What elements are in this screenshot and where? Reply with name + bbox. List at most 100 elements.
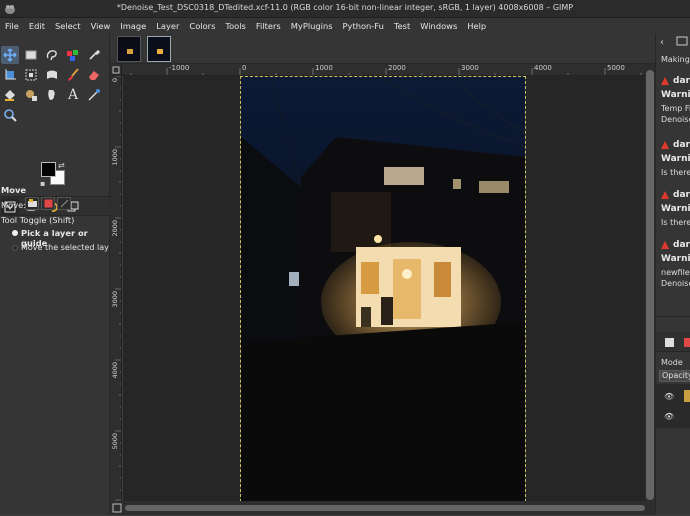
horizontal-scrollbar-thumb[interactable] (125, 505, 645, 511)
message-title: Warnin (661, 204, 690, 214)
message-line: Is there (661, 218, 690, 227)
warning-icon (661, 77, 669, 85)
message-title: Warnin (661, 254, 690, 264)
rect-select-icon (25, 50, 37, 60)
message-line: newfileR (661, 268, 690, 277)
unified-transform-icon (25, 69, 37, 81)
quick-mask-icon[interactable] (110, 64, 122, 76)
layer-chain-icon[interactable] (684, 390, 690, 402)
window-title: *Denoise_Test_DSC0318_DTedited.xcf-11.0 … (116, 3, 574, 12)
eraser-icon (89, 71, 99, 80)
opacity-field[interactable]: Opacity (659, 370, 690, 382)
layers-tab[interactable] (664, 336, 676, 351)
channels-tab[interactable] (684, 336, 690, 351)
rect-select-button[interactable] (22, 46, 40, 64)
foreground-color-swatch[interactable] (41, 162, 56, 177)
image-thumbnail[interactable] (117, 36, 141, 62)
ruler-label: 1000 (315, 64, 333, 72)
smudge-button[interactable] (43, 86, 61, 104)
layer-visibility-eye-icon[interactable]: 👁 (664, 412, 674, 421)
menu-file[interactable]: File (0, 21, 24, 31)
image-thumbnail-strip (110, 34, 655, 64)
move-mode-label: Move: (1, 200, 27, 210)
layer-visibility-eye-icon[interactable]: 👁 (664, 392, 674, 401)
ruler-label: 3000 (461, 64, 479, 72)
toolbox: A ⇄ ▪ Move Move: Tool Toggle (Shift) Pic… (0, 34, 110, 515)
reset-colors-icon[interactable]: ▪ (40, 179, 45, 188)
navigate-icon[interactable] (112, 503, 122, 513)
ruler-label: 4000 (111, 362, 119, 379)
tool-toggle-label: Tool Toggle (Shift) (1, 215, 75, 225)
ruler-label: 3000 (111, 291, 119, 308)
message-line: Temp Fil (661, 104, 690, 113)
message-source: darl (673, 76, 690, 86)
color-picker-button[interactable] (85, 46, 103, 64)
title-bar: *Denoise_Test_DSC0318_DTedited.xcf-11.0 … (0, 0, 690, 18)
free-select-icon (46, 50, 57, 61)
ruler-corner (110, 64, 122, 76)
paintbrush-button[interactable] (64, 66, 82, 84)
radio-pick-layer[interactable] (12, 230, 18, 236)
dock-tab-icon[interactable] (676, 35, 690, 49)
menu-image[interactable]: Image (115, 21, 151, 31)
menu-filters[interactable]: Filters (251, 21, 286, 31)
menu-windows[interactable]: Windows (415, 21, 462, 31)
menu-myplugins[interactable]: MyPlugins (286, 21, 338, 31)
ruler-label: 2000 (388, 64, 406, 72)
horizontal-ruler[interactable]: -1000 0 1000 2000 3000 4000 5000 (110, 64, 645, 76)
image-layer-photo[interactable] (240, 76, 526, 501)
menu-select[interactable]: Select (50, 21, 86, 31)
warning-icon (661, 191, 669, 199)
menu-test[interactable]: Test (389, 21, 415, 31)
menu-layer[interactable]: Layer (151, 21, 184, 31)
panel-divider (656, 316, 690, 317)
text-tool-button[interactable]: A (64, 86, 82, 104)
message-line: Denoise_ (661, 279, 690, 288)
menu-bar: File Edit Select View Image Layer Colors… (0, 18, 690, 34)
move-path-mode-button[interactable] (57, 197, 71, 210)
night-street-photo (241, 76, 526, 501)
channels-icon (684, 338, 690, 347)
move-selection-mode-button[interactable] (41, 197, 55, 210)
vertical-scrollbar-thumb[interactable] (646, 70, 654, 500)
bucket-fill-button[interactable] (1, 86, 19, 104)
image-thumbnail-active[interactable] (147, 36, 171, 62)
tool-options-title: Move (1, 185, 26, 195)
warp-transform-button[interactable] (43, 66, 61, 84)
move-layer-mode-button[interactable] (25, 197, 39, 210)
warning-icon (661, 141, 669, 149)
eraser-button[interactable] (85, 66, 103, 84)
vertical-ruler[interactable]: 0 1000 2000 3000 4000 5000 (110, 76, 122, 501)
panel-back-icon[interactable]: ‹ (660, 37, 664, 48)
menu-view[interactable]: View (86, 21, 116, 31)
ruler-label: 0 (242, 64, 247, 72)
swap-colors-icon[interactable]: ⇄ (58, 161, 65, 170)
menu-colors[interactable]: Colors (184, 21, 220, 31)
ruler-label: 5000 (607, 64, 625, 72)
image-canvas[interactable] (123, 76, 645, 501)
move-tool-button[interactable] (1, 46, 19, 64)
unified-transform-button[interactable] (22, 66, 40, 84)
menu-tools[interactable]: Tools (220, 21, 250, 31)
zoom-button[interactable] (1, 106, 19, 124)
layer-mode-icon (27, 199, 37, 207)
selection-mode-icon (44, 199, 52, 208)
menu-python-fu[interactable]: Python-Fu (338, 21, 389, 31)
message-source: darl (673, 190, 690, 200)
crop-button[interactable] (1, 66, 19, 84)
ruler-label: 2000 (111, 220, 119, 237)
bucket-fill-icon (5, 90, 15, 101)
menu-edit[interactable]: Edit (24, 21, 50, 31)
free-select-button[interactable] (43, 46, 61, 64)
layers-list: 👁 👁 (656, 384, 690, 428)
layer-mode-label: Mode (661, 358, 683, 367)
menu-help[interactable]: Help (462, 21, 491, 31)
zoom-icon (4, 109, 17, 122)
warp-transform-icon (47, 70, 57, 79)
path-button[interactable] (85, 86, 103, 104)
fuzzy-select-button[interactable] (64, 46, 82, 64)
ruler-label: 1000 (111, 149, 119, 166)
ruler-label: 0 (111, 78, 119, 83)
clone-button[interactable] (22, 86, 40, 104)
radio-move-selected[interactable] (12, 245, 18, 251)
